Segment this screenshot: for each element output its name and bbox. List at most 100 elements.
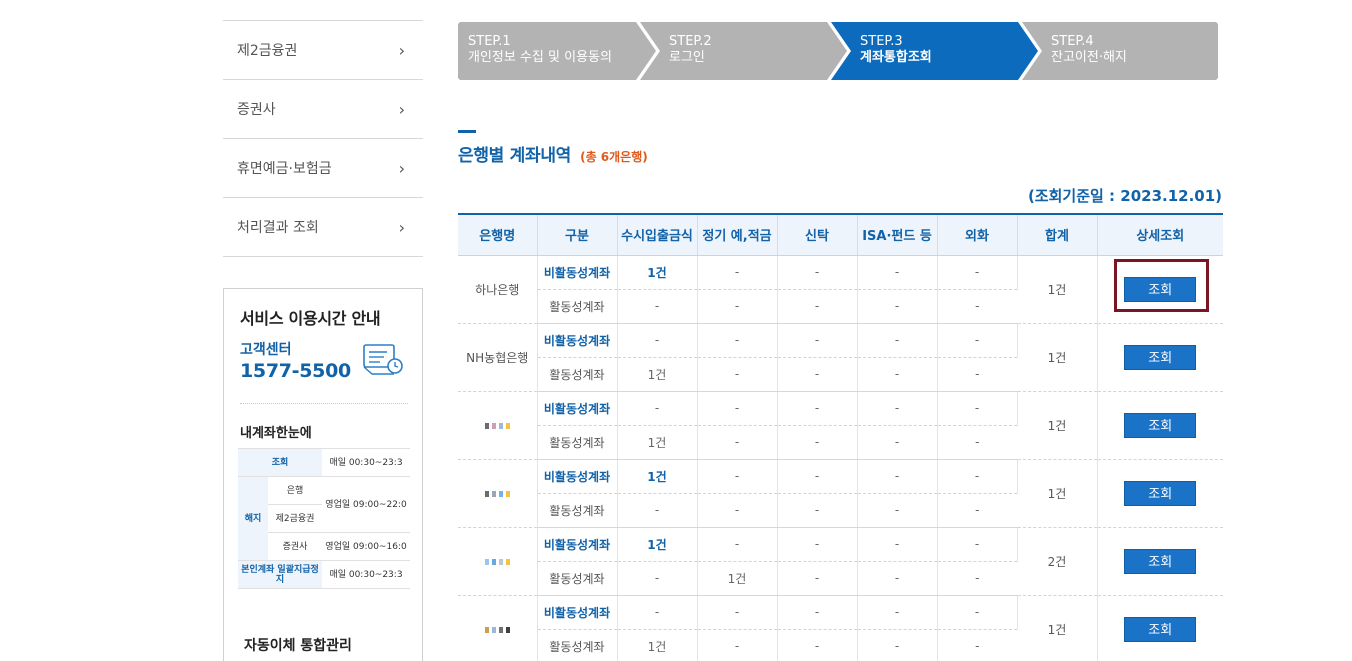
document-clock-icon bbox=[363, 344, 403, 375]
account-type: 비활동성계좌 bbox=[537, 459, 618, 494]
detail-cell: 조회 bbox=[1097, 527, 1223, 596]
account-count-cell: - bbox=[697, 629, 778, 661]
account-count-cell: - bbox=[777, 493, 858, 528]
header-bank: 은행명 bbox=[458, 213, 538, 256]
account-type: 활동성계좌 bbox=[537, 289, 618, 324]
header-total: 합계 bbox=[1017, 213, 1098, 256]
step-4: STEP.4 잔고이전·해지 bbox=[1051, 34, 1127, 66]
header-type: 구분 bbox=[537, 213, 618, 256]
account-count-cell: - bbox=[937, 493, 1017, 528]
header-foreign: 외화 bbox=[937, 213, 1018, 256]
section-header: 은행별 계좌내역 (총 6개은행) bbox=[458, 130, 648, 166]
hours-self-time: 매일 00:30~23:3 bbox=[322, 560, 410, 589]
bank-name: NH농협은행 bbox=[458, 323, 538, 392]
hours-securities-label: 증권사 bbox=[268, 532, 322, 561]
account-count-cell: - bbox=[857, 595, 938, 630]
step-3: STEP.3 계좌통합조회 bbox=[860, 34, 932, 66]
step-1-num: STEP.1 bbox=[468, 34, 511, 49]
account-type: 활동성계좌 bbox=[537, 493, 618, 528]
account-count-cell: - bbox=[937, 391, 1018, 426]
hours-bank-label: 은행 bbox=[268, 476, 322, 505]
step-2: STEP.2 로그인 bbox=[669, 34, 712, 66]
account-count-cell: - bbox=[937, 629, 1017, 661]
view-button[interactable]: 조회 bbox=[1124, 548, 1197, 574]
step-4-num: STEP.4 bbox=[1051, 34, 1094, 49]
chevron-right-icon: › bbox=[398, 158, 405, 178]
account-count-cell: - bbox=[937, 527, 1018, 562]
account-count-cell: - bbox=[857, 561, 938, 596]
account-count-cell: - bbox=[777, 527, 858, 562]
account-count-cell: - bbox=[777, 323, 858, 358]
account-count-cell: 1건 bbox=[617, 527, 698, 562]
customer-center: 고객센터 1577-5500 bbox=[240, 339, 408, 387]
my-account-title: 내계좌한눈에 bbox=[240, 426, 312, 441]
service-hours-title: 서비스 이용시간 안내 bbox=[240, 309, 381, 328]
table-row: 비활동성계좌 - - - - -1건 조회 bbox=[458, 391, 1223, 460]
account-count-cell: - bbox=[937, 357, 1017, 392]
account-count-cell: - bbox=[937, 255, 1018, 290]
chevron-right-icon: › bbox=[398, 217, 405, 237]
account-type: 비활동성계좌 bbox=[537, 527, 618, 562]
service-hours-table: 조회 매일 00:30~23:3 해지 은행 영업일 09:00~22:0 제2… bbox=[238, 448, 410, 589]
page-title: 은행별 계좌내역 bbox=[458, 146, 571, 166]
bank-logo-masked bbox=[458, 391, 538, 460]
sidebar-item-dormant[interactable]: 휴면예금·보험금 › bbox=[223, 139, 423, 198]
sidebar-item-securities[interactable]: 증권사 › bbox=[223, 80, 423, 139]
bank-logo-masked bbox=[458, 527, 538, 596]
table-row: NH농협은행 비활동성계좌 - - - - -1건 조회 bbox=[458, 323, 1223, 392]
hours-second-label: 제2금융권 bbox=[268, 504, 322, 533]
account-count-cell: 1건 bbox=[617, 425, 698, 460]
title-accent-bar bbox=[458, 130, 476, 133]
account-type: 비활동성계좌 bbox=[537, 391, 618, 426]
account-count-cell: - bbox=[697, 323, 778, 358]
sidebar-item-results[interactable]: 처리결과 조회 › bbox=[223, 198, 423, 257]
view-button[interactable]: 조회 bbox=[1124, 412, 1197, 438]
account-count-cell: 1건 bbox=[617, 255, 698, 290]
account-type: 활동성계좌 bbox=[537, 425, 618, 460]
view-button[interactable]: 조회 bbox=[1124, 480, 1197, 506]
sidebar-item-label: 제2금융권 bbox=[237, 43, 298, 59]
account-type: 활동성계좌 bbox=[537, 629, 618, 661]
view-button[interactable]: 조회 bbox=[1124, 616, 1197, 642]
account-count-cell: - bbox=[777, 459, 858, 494]
bank-total: 1건 bbox=[1017, 255, 1098, 324]
account-count-cell: - bbox=[697, 595, 778, 630]
bank-logo-masked bbox=[458, 459, 538, 528]
header-deposit: 정기 예,적금 bbox=[697, 213, 778, 256]
sidebar-item-label: 처리결과 조회 bbox=[237, 220, 319, 236]
auto-transfer-title: 자동이체 통합관리 bbox=[244, 638, 352, 654]
hours-securities-time: 영업일 09:00~16:0 bbox=[322, 532, 410, 561]
header-isa-fund: ISA·펀드 등 bbox=[857, 213, 938, 256]
account-count-cell: - bbox=[857, 629, 938, 661]
header-detail: 상세조회 bbox=[1097, 213, 1223, 256]
detail-cell: 조회 bbox=[1097, 391, 1223, 460]
step-2-num: STEP.2 bbox=[669, 34, 712, 49]
table-row: 하나은행 비활동성계좌 1건 - - - -1건 조회 bbox=[458, 255, 1223, 324]
account-count-cell: - bbox=[857, 323, 938, 358]
bank-total: 1건 bbox=[1017, 459, 1098, 528]
account-count-cell: - bbox=[857, 527, 938, 562]
account-count-cell: - bbox=[697, 493, 778, 528]
account-count-cell: 1건 bbox=[697, 561, 778, 596]
account-count-cell: - bbox=[857, 255, 938, 290]
detail-cell: 조회 bbox=[1097, 255, 1223, 324]
hours-inquiry-time: 매일 00:30~23:3 bbox=[322, 448, 410, 477]
sidebar-item-second-finance[interactable]: 제2금융권 › bbox=[223, 21, 423, 80]
bank-total-count: (총 6개은행) bbox=[580, 150, 648, 164]
account-count-cell: - bbox=[617, 595, 698, 630]
account-count-cell: - bbox=[777, 595, 858, 630]
account-count-cell: - bbox=[857, 493, 938, 528]
sidebar-top-spacer bbox=[223, 0, 423, 21]
account-count-cell: - bbox=[697, 357, 778, 392]
account-count-cell: - bbox=[937, 289, 1017, 324]
chevron-right-icon: › bbox=[398, 40, 405, 60]
account-table: 은행명 구분 수시입출금식 정기 예,적금 신탁 ISA·펀드 등 외화 합계 … bbox=[458, 213, 1223, 661]
divider bbox=[240, 403, 408, 404]
account-count-cell: - bbox=[857, 391, 938, 426]
account-count-cell: - bbox=[937, 595, 1018, 630]
bank-total: 1건 bbox=[1017, 323, 1098, 392]
highlight-box bbox=[1113, 258, 1209, 312]
view-button[interactable]: 조회 bbox=[1124, 344, 1197, 370]
sidebar-item-label: 증권사 bbox=[237, 102, 276, 118]
account-count-cell: - bbox=[617, 289, 698, 324]
